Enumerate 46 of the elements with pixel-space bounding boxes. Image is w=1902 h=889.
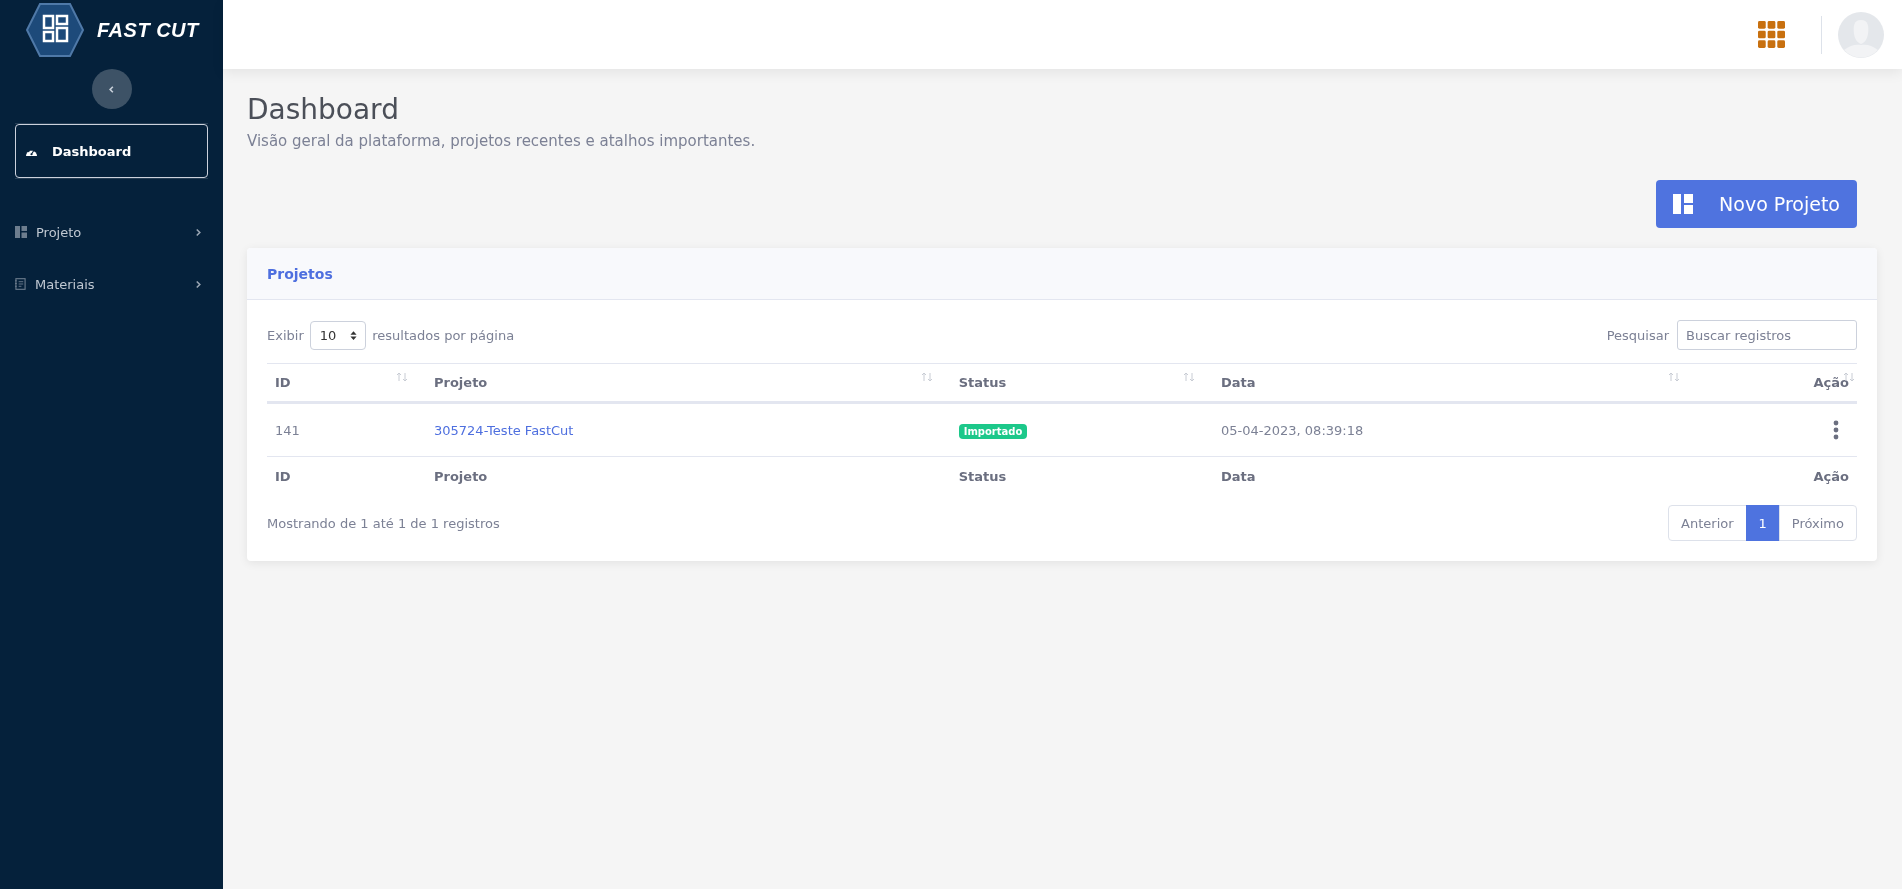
column-footer: Projeto: [426, 456, 951, 495]
layout-icon: [1673, 194, 1694, 214]
pagination-button[interactable]: Próximo: [1778, 505, 1857, 541]
card-title: Projetos: [267, 265, 333, 282]
new-project-button[interactable]: Novo Projeto: [1656, 180, 1857, 228]
column-footer: Status: [950, 456, 1214, 495]
pagination-button[interactable]: 1: [1745, 505, 1780, 541]
sort-icon: [920, 372, 933, 382]
chevron-icon: [195, 279, 202, 289]
column-footer: Data: [1213, 456, 1698, 495]
sort-arrows-icon: [350, 329, 358, 341]
show-label: Exibir: [267, 327, 304, 343]
pagination-button[interactable]: Anterior: [1668, 505, 1747, 541]
project-link[interactable]: 305724-Teste FastCut: [434, 422, 574, 438]
notebook-icon: [15, 278, 26, 290]
search-field[interactable]: Buscar registros: [1677, 320, 1857, 350]
chevron-left-icon: [107, 84, 116, 94]
search-label: Pesquisar: [1606, 327, 1669, 343]
sidebar-item[interactable]: Dashboard: [15, 124, 208, 178]
page-subtitle: Visão geral da plataforma, projetos recentes e atalhos importantes.: [247, 132, 757, 150]
hexagon-logo-icon: [25, 2, 85, 58]
column-header[interactable]: Ação: [1697, 363, 1857, 403]
table-cell: 141: [267, 402, 426, 457]
sort-icon: [1183, 372, 1196, 382]
layout-icon: [15, 226, 27, 238]
table-info: Mostrando de 1 até 1 de 1 registros: [267, 515, 500, 531]
per-page-label: resultados por página: [372, 327, 515, 343]
sidebar-item[interactable]: Materiais: [15, 258, 208, 310]
column-header[interactable]: Status: [950, 363, 1214, 403]
status-badge: Importado: [958, 423, 1028, 439]
sort-icon: [1667, 372, 1680, 382]
column-header[interactable]: Projeto: [426, 363, 951, 403]
column-header[interactable]: Data: [1213, 363, 1698, 403]
brand-name: FAST CUT: [97, 18, 199, 42]
page-title: Dashboard: [247, 93, 400, 126]
chevron-icon: [195, 227, 202, 237]
column-footer: Ação: [1697, 456, 1857, 495]
collapse-sidebar-button[interactable]: [91, 69, 132, 109]
sidebar-item[interactable]: Projeto: [15, 206, 208, 258]
more-options-icon[interactable]: [1833, 420, 1839, 440]
page-size-select[interactable]: 10: [309, 320, 367, 350]
table-cell: 05-04-2023, 08:39:18: [1213, 402, 1698, 457]
apps-grid-icon[interactable]: [1758, 21, 1785, 48]
column-header[interactable]: ID: [267, 363, 426, 403]
sort-icon: [396, 372, 408, 382]
column-footer: ID: [267, 456, 426, 495]
